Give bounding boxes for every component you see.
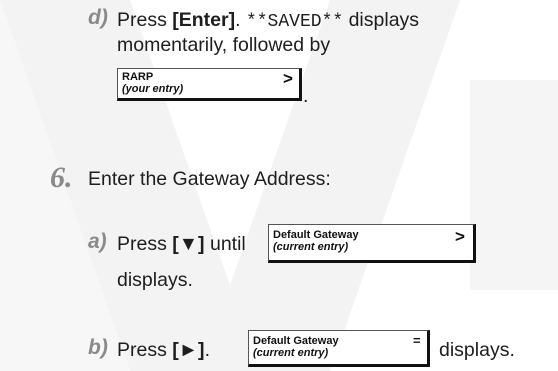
step-d-line2: momentarily, followed by [117, 34, 331, 56]
lcd-gateway-edit-indicator: = [413, 333, 421, 348]
step-a-line2: displays. [117, 269, 193, 291]
saved-message: **SAVED** [245, 12, 344, 32]
step-d-period: . [303, 85, 309, 107]
step-a-line1: Press [▼] until [117, 233, 246, 255]
lcd-gateway-indicator: > [455, 227, 465, 246]
lcd-rarp-indicator: > [283, 69, 293, 88]
step-6-number: 6. [50, 161, 73, 194]
lcd-rarp: RARP (your entry) > [117, 68, 302, 101]
lcd-default-gateway-next: Default Gateway (current entry) > [268, 224, 476, 263]
lcd-gateway-edit-line2: (current entry) [253, 347, 329, 359]
manual-page: d) Press [Enter]. **SAVED** displays mom… [0, 0, 558, 371]
step-a-letter: a) [88, 230, 107, 253]
step-b-letter: b) [88, 336, 108, 359]
lcd-rarp-line2: (your entry) [122, 83, 184, 95]
step-d-line1: Press [Enter]. **SAVED** displays [117, 9, 420, 32]
step-b-line1: Press [►]. [117, 339, 210, 361]
step-d-press: Press [117, 9, 173, 31]
down-arrow-key: [▼] [172, 233, 205, 255]
step-d-letter: d) [88, 6, 108, 29]
step-b-displays: displays. [439, 339, 515, 361]
step-6-text: Enter the Gateway Address: [88, 168, 331, 190]
lcd-default-gateway-edit: Default Gateway (current entry) = [248, 330, 430, 367]
lcd-gateway-line2: (current entry) [273, 241, 349, 253]
enter-key: [Enter] [172, 9, 236, 31]
right-arrow-key: [►] [172, 339, 205, 361]
